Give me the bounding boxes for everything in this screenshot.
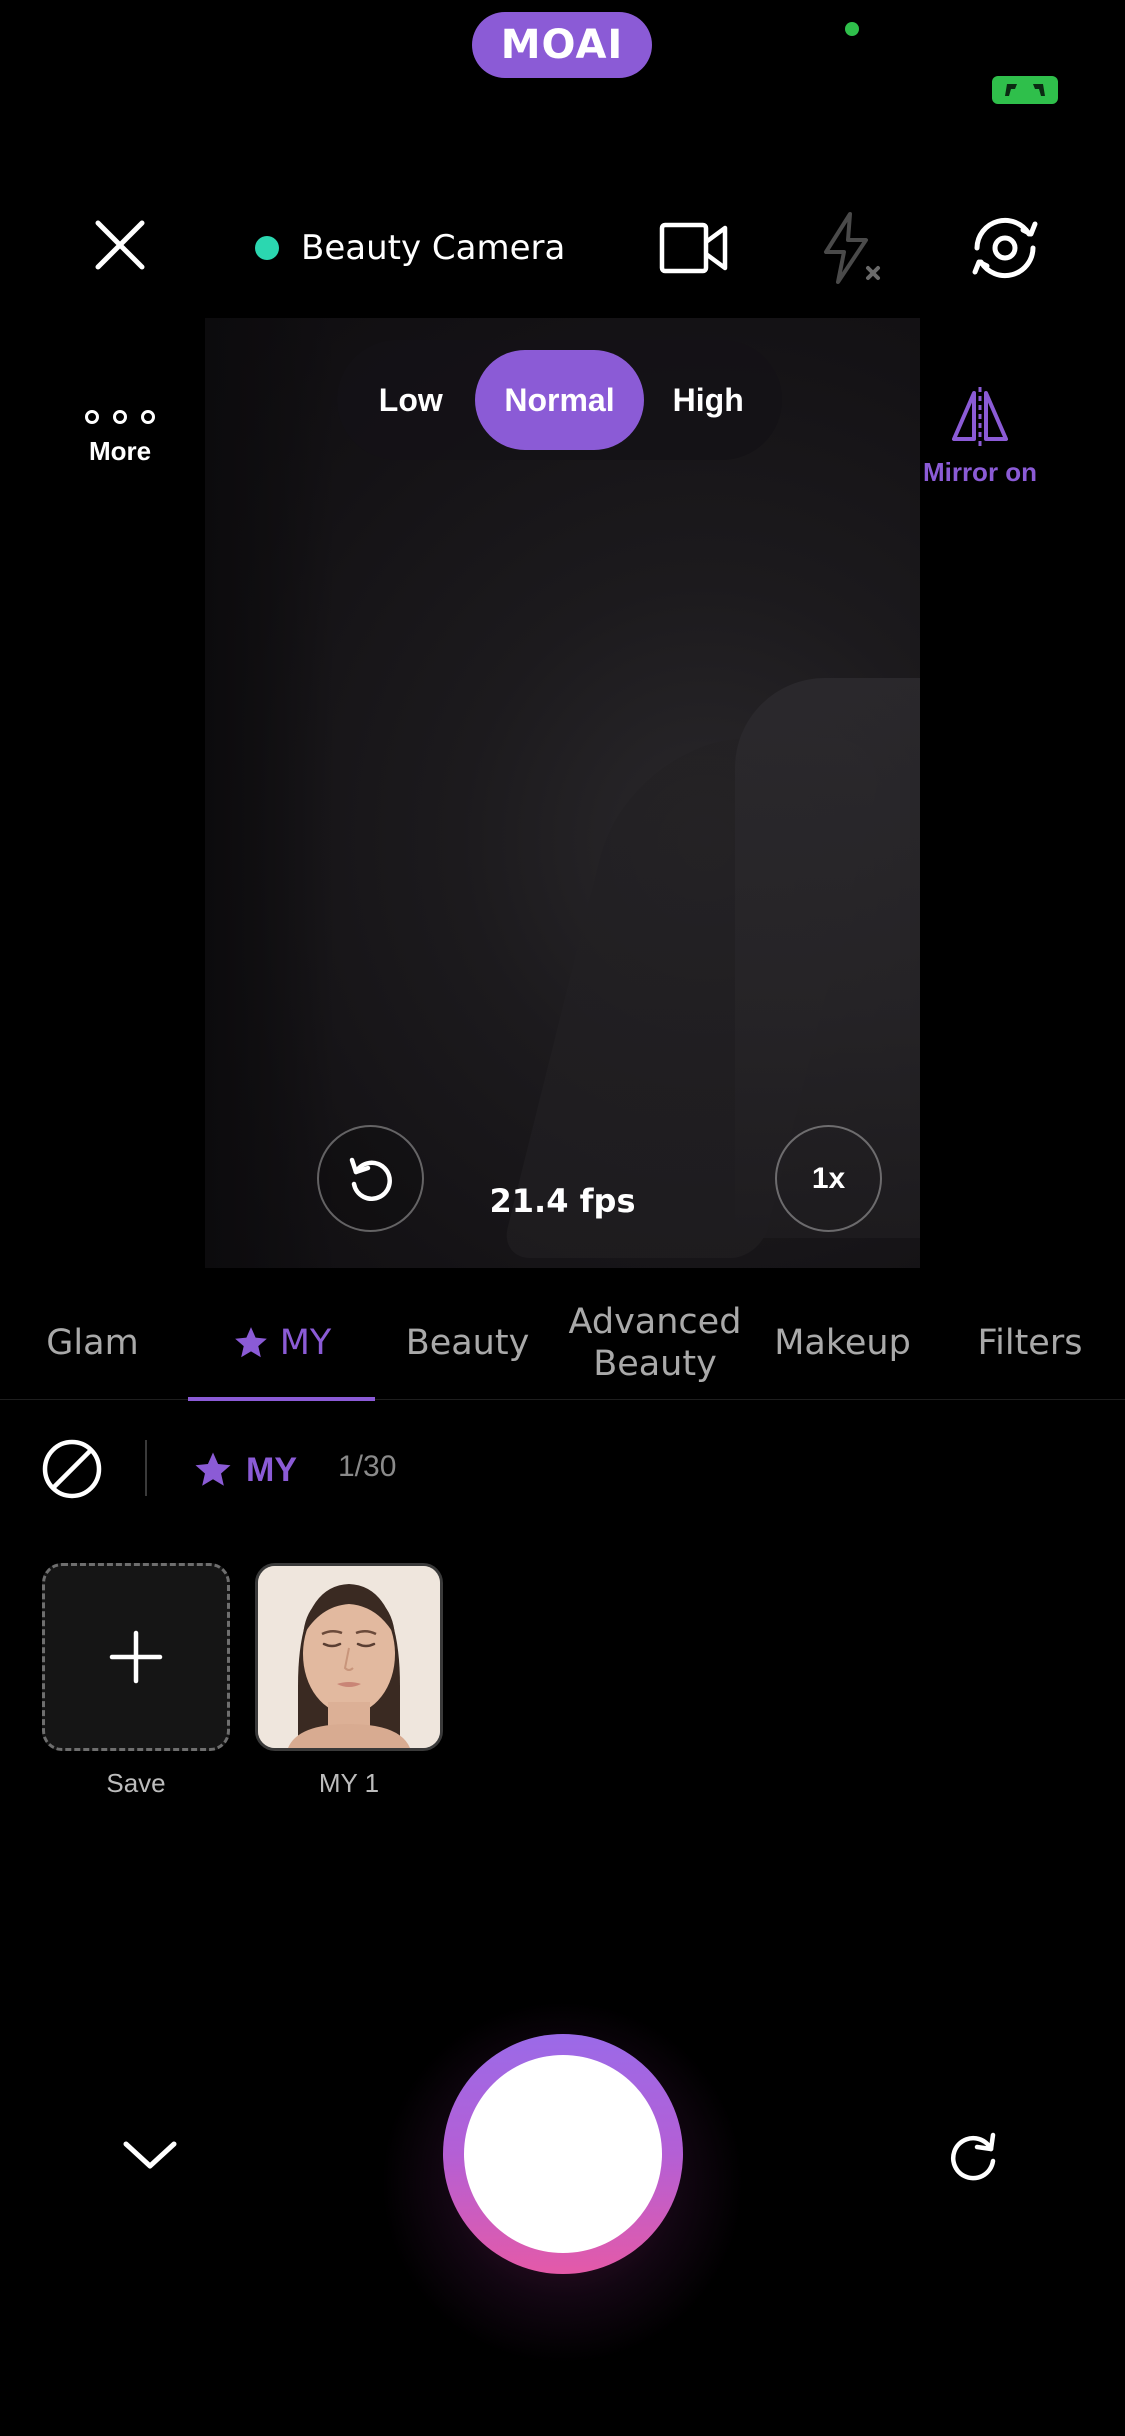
tab-filters[interactable]: Filters bbox=[965, 1285, 1095, 1400]
preset-thumbnail[interactable] bbox=[255, 1563, 443, 1751]
tab-beauty[interactable]: Beauty bbox=[395, 1285, 540, 1400]
save-preset-label: Save bbox=[106, 1768, 166, 1798]
plus-icon bbox=[109, 1630, 163, 1684]
close-icon bbox=[95, 220, 145, 270]
quality-option-high[interactable]: High bbox=[644, 350, 772, 450]
mirror-label: Mirror on bbox=[922, 457, 1038, 487]
chevron-down-icon bbox=[123, 2141, 177, 2169]
preset-label: MY 1 bbox=[318, 1768, 380, 1798]
switch-camera-icon bbox=[972, 217, 1038, 278]
tab-makeup[interactable]: Makeup bbox=[765, 1285, 920, 1400]
flash-off-icon bbox=[824, 211, 880, 284]
tab-glam[interactable]: Glam bbox=[15, 1285, 170, 1400]
video-mode-button[interactable] bbox=[650, 205, 738, 290]
more-button[interactable]: More bbox=[60, 400, 180, 510]
mirror-toggle-button[interactable]: Mirror on bbox=[880, 385, 1080, 510]
star-icon bbox=[195, 1452, 231, 1486]
viewfinder-shadow bbox=[205, 318, 335, 1268]
camera-status-dot bbox=[255, 236, 279, 260]
app-logo-pill: MOAI bbox=[472, 12, 652, 78]
camera-in-use-badge bbox=[992, 76, 1058, 104]
redo-icon bbox=[951, 2132, 996, 2181]
header-divider bbox=[145, 1440, 147, 1496]
tab-selected-indicator bbox=[188, 1397, 375, 1401]
privacy-indicator-dot bbox=[845, 22, 859, 36]
quality-option-normal[interactable]: Normal bbox=[474, 350, 645, 450]
app-logo-text: MOAI bbox=[500, 22, 624, 68]
more-icon bbox=[85, 410, 155, 424]
camera-viewfinder[interactable] bbox=[205, 318, 920, 1268]
preset-count: 1/30 bbox=[338, 1450, 397, 1483]
camera-mode-label: Beauty Camera bbox=[301, 228, 566, 268]
switch-camera-button[interactable] bbox=[960, 200, 1050, 295]
preset-group-title: MY bbox=[246, 1450, 297, 1489]
quality-option-low[interactable]: Low bbox=[347, 350, 475, 450]
shutter-button[interactable] bbox=[443, 2034, 683, 2274]
no-effect-button[interactable] bbox=[40, 1437, 104, 1501]
camera-mode-selector[interactable]: Beauty Camera bbox=[255, 218, 565, 278]
camera-badge-icon bbox=[1005, 84, 1045, 96]
tab-advanced-beauty[interactable]: Advanced Beauty bbox=[555, 1285, 755, 1400]
preset-group-header: MY bbox=[192, 1445, 297, 1495]
category-tabs: Glam MY Beauty Advanced Beauty Makeup Fi… bbox=[0, 1285, 1125, 1400]
video-camera-icon bbox=[659, 222, 728, 273]
zoom-button[interactable]: 1x bbox=[775, 1125, 882, 1232]
undo-icon bbox=[349, 1157, 392, 1201]
mirror-icon bbox=[952, 387, 1008, 447]
face-portrait-image bbox=[258, 1566, 440, 1748]
quality-segmented-control: Low Normal High bbox=[337, 340, 782, 460]
reset-button[interactable] bbox=[317, 1125, 424, 1232]
fps-readout: 21.4 fps bbox=[489, 1182, 636, 1220]
prohibited-icon bbox=[42, 1439, 102, 1499]
close-button[interactable] bbox=[80, 200, 160, 290]
redo-button[interactable] bbox=[945, 2120, 1005, 2190]
collapse-panel-button[interactable] bbox=[110, 2120, 190, 2190]
flash-toggle-button[interactable] bbox=[800, 200, 900, 295]
tab-my[interactable]: MY bbox=[188, 1285, 375, 1400]
star-icon bbox=[234, 1326, 267, 1357]
save-preset-button[interactable] bbox=[42, 1563, 230, 1751]
tab-my-label: MY bbox=[279, 1322, 332, 1363]
more-label: More bbox=[88, 436, 152, 466]
shutter-inner bbox=[464, 2055, 662, 2253]
